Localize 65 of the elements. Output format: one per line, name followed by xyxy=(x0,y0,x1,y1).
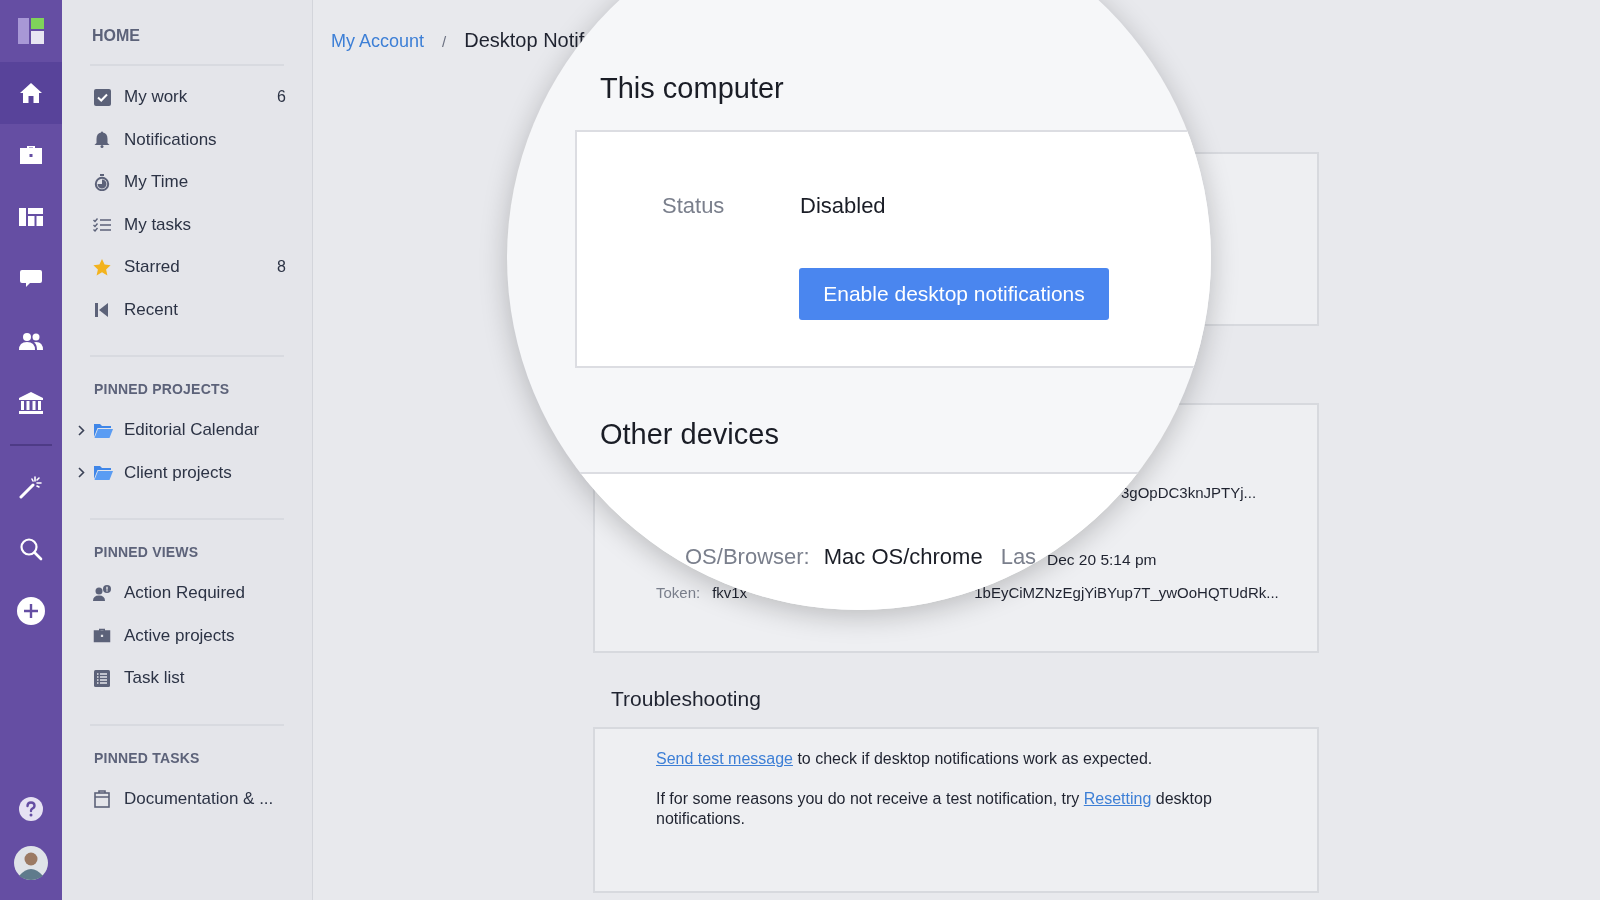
item-count: 8 xyxy=(277,258,286,277)
magic-wand-icon[interactable] xyxy=(19,475,43,499)
chat-icon[interactable] xyxy=(20,270,42,288)
skip-back-icon xyxy=(95,302,109,317)
sidebar-item[interactable]: Notifications xyxy=(88,118,284,161)
section-title: Troubleshooting xyxy=(611,687,762,711)
section-title: HOME xyxy=(92,26,141,46)
last-seen-text: Dec 20 5:14 pm xyxy=(1047,551,1157,569)
section-title: Other devices xyxy=(600,417,780,452)
logo-icon xyxy=(18,18,44,44)
sidebar-item[interactable]: Task list xyxy=(88,657,284,700)
sidebar-item[interactable]: Action Required xyxy=(88,572,284,615)
folder-icon xyxy=(93,465,113,481)
home-icon[interactable] xyxy=(19,82,43,104)
people-icon[interactable] xyxy=(19,332,43,350)
chevron-right-icon[interactable] xyxy=(78,424,85,436)
avatar[interactable] xyxy=(14,846,48,880)
briefcase-icon[interactable] xyxy=(19,145,43,165)
section-title: PINNED VIEWS xyxy=(94,544,200,560)
field-label: Las xyxy=(1000,544,1037,570)
checklist-icon xyxy=(93,217,111,232)
sidebar-item[interactable]: Recent xyxy=(88,288,284,331)
token-text: 1bEyCiMZNzEgjYiBYup7T_ywOoHQTUdRk... xyxy=(974,583,1279,601)
text-link[interactable]: Send test message xyxy=(656,750,793,767)
enable-notifications-button[interactable]: Enable desktop notifications xyxy=(799,268,1109,320)
briefcase-icon xyxy=(93,628,111,644)
add-icon[interactable] xyxy=(17,597,45,625)
section-title: PINNED TASKS xyxy=(94,749,201,766)
sidebar-item[interactable]: Active projects xyxy=(88,614,284,657)
help-paragraph: Send test message to check if desktop notifications work as expected. xyxy=(656,749,1154,769)
sidebar-item[interactable]: My Time xyxy=(88,161,284,204)
star-icon xyxy=(93,258,111,276)
token-text: 3gOpDC3knJPTYj... xyxy=(1121,483,1257,501)
section-title: PINNED PROJECTS xyxy=(94,381,231,397)
bank-icon[interactable] xyxy=(19,392,43,414)
person-alert-icon xyxy=(93,585,111,602)
token-label: Token: xyxy=(656,583,701,601)
field-label: OS/Browser: xyxy=(685,544,810,570)
breadcrumb-current: Desktop Notif xyxy=(464,29,585,52)
help-icon[interactable] xyxy=(19,797,43,821)
bell-icon xyxy=(94,131,110,149)
field-label: Status xyxy=(662,193,726,219)
folder-icon xyxy=(93,422,113,438)
sidebar-item[interactable]: Editorial Calendar xyxy=(78,409,284,452)
sidebar-item[interactable]: Documentation & ... xyxy=(88,777,284,820)
item-count: 6 xyxy=(277,88,286,107)
token-text: fkv1x xyxy=(712,583,748,601)
sidebar-item[interactable]: My work 6 xyxy=(88,76,284,119)
help-paragraph: If for some reasons you do not receive a test notification, try Resetting desktop notifications. xyxy=(656,789,1213,829)
stopwatch-icon xyxy=(94,173,110,191)
text-link[interactable]: Resetting xyxy=(1083,790,1152,807)
chevron-right-icon[interactable] xyxy=(78,467,85,479)
search-icon[interactable] xyxy=(19,537,43,561)
breadcrumb-separator: / xyxy=(442,33,447,50)
sidebar-item[interactable]: Client projects xyxy=(78,451,284,494)
os-browser-value: Mac OS/chrome xyxy=(823,544,983,570)
sidebar-item[interactable]: My tasks xyxy=(88,203,284,246)
status-value: Disabled xyxy=(800,193,886,219)
section-title: This computer xyxy=(600,71,785,106)
checkbox-icon xyxy=(93,88,111,106)
sidebar-item[interactable]: Starred 8 xyxy=(88,246,284,289)
rail-button[interactable] xyxy=(0,62,62,124)
clipboard-icon xyxy=(94,789,110,808)
board-icon[interactable] xyxy=(19,208,43,226)
list-icon xyxy=(94,669,110,687)
